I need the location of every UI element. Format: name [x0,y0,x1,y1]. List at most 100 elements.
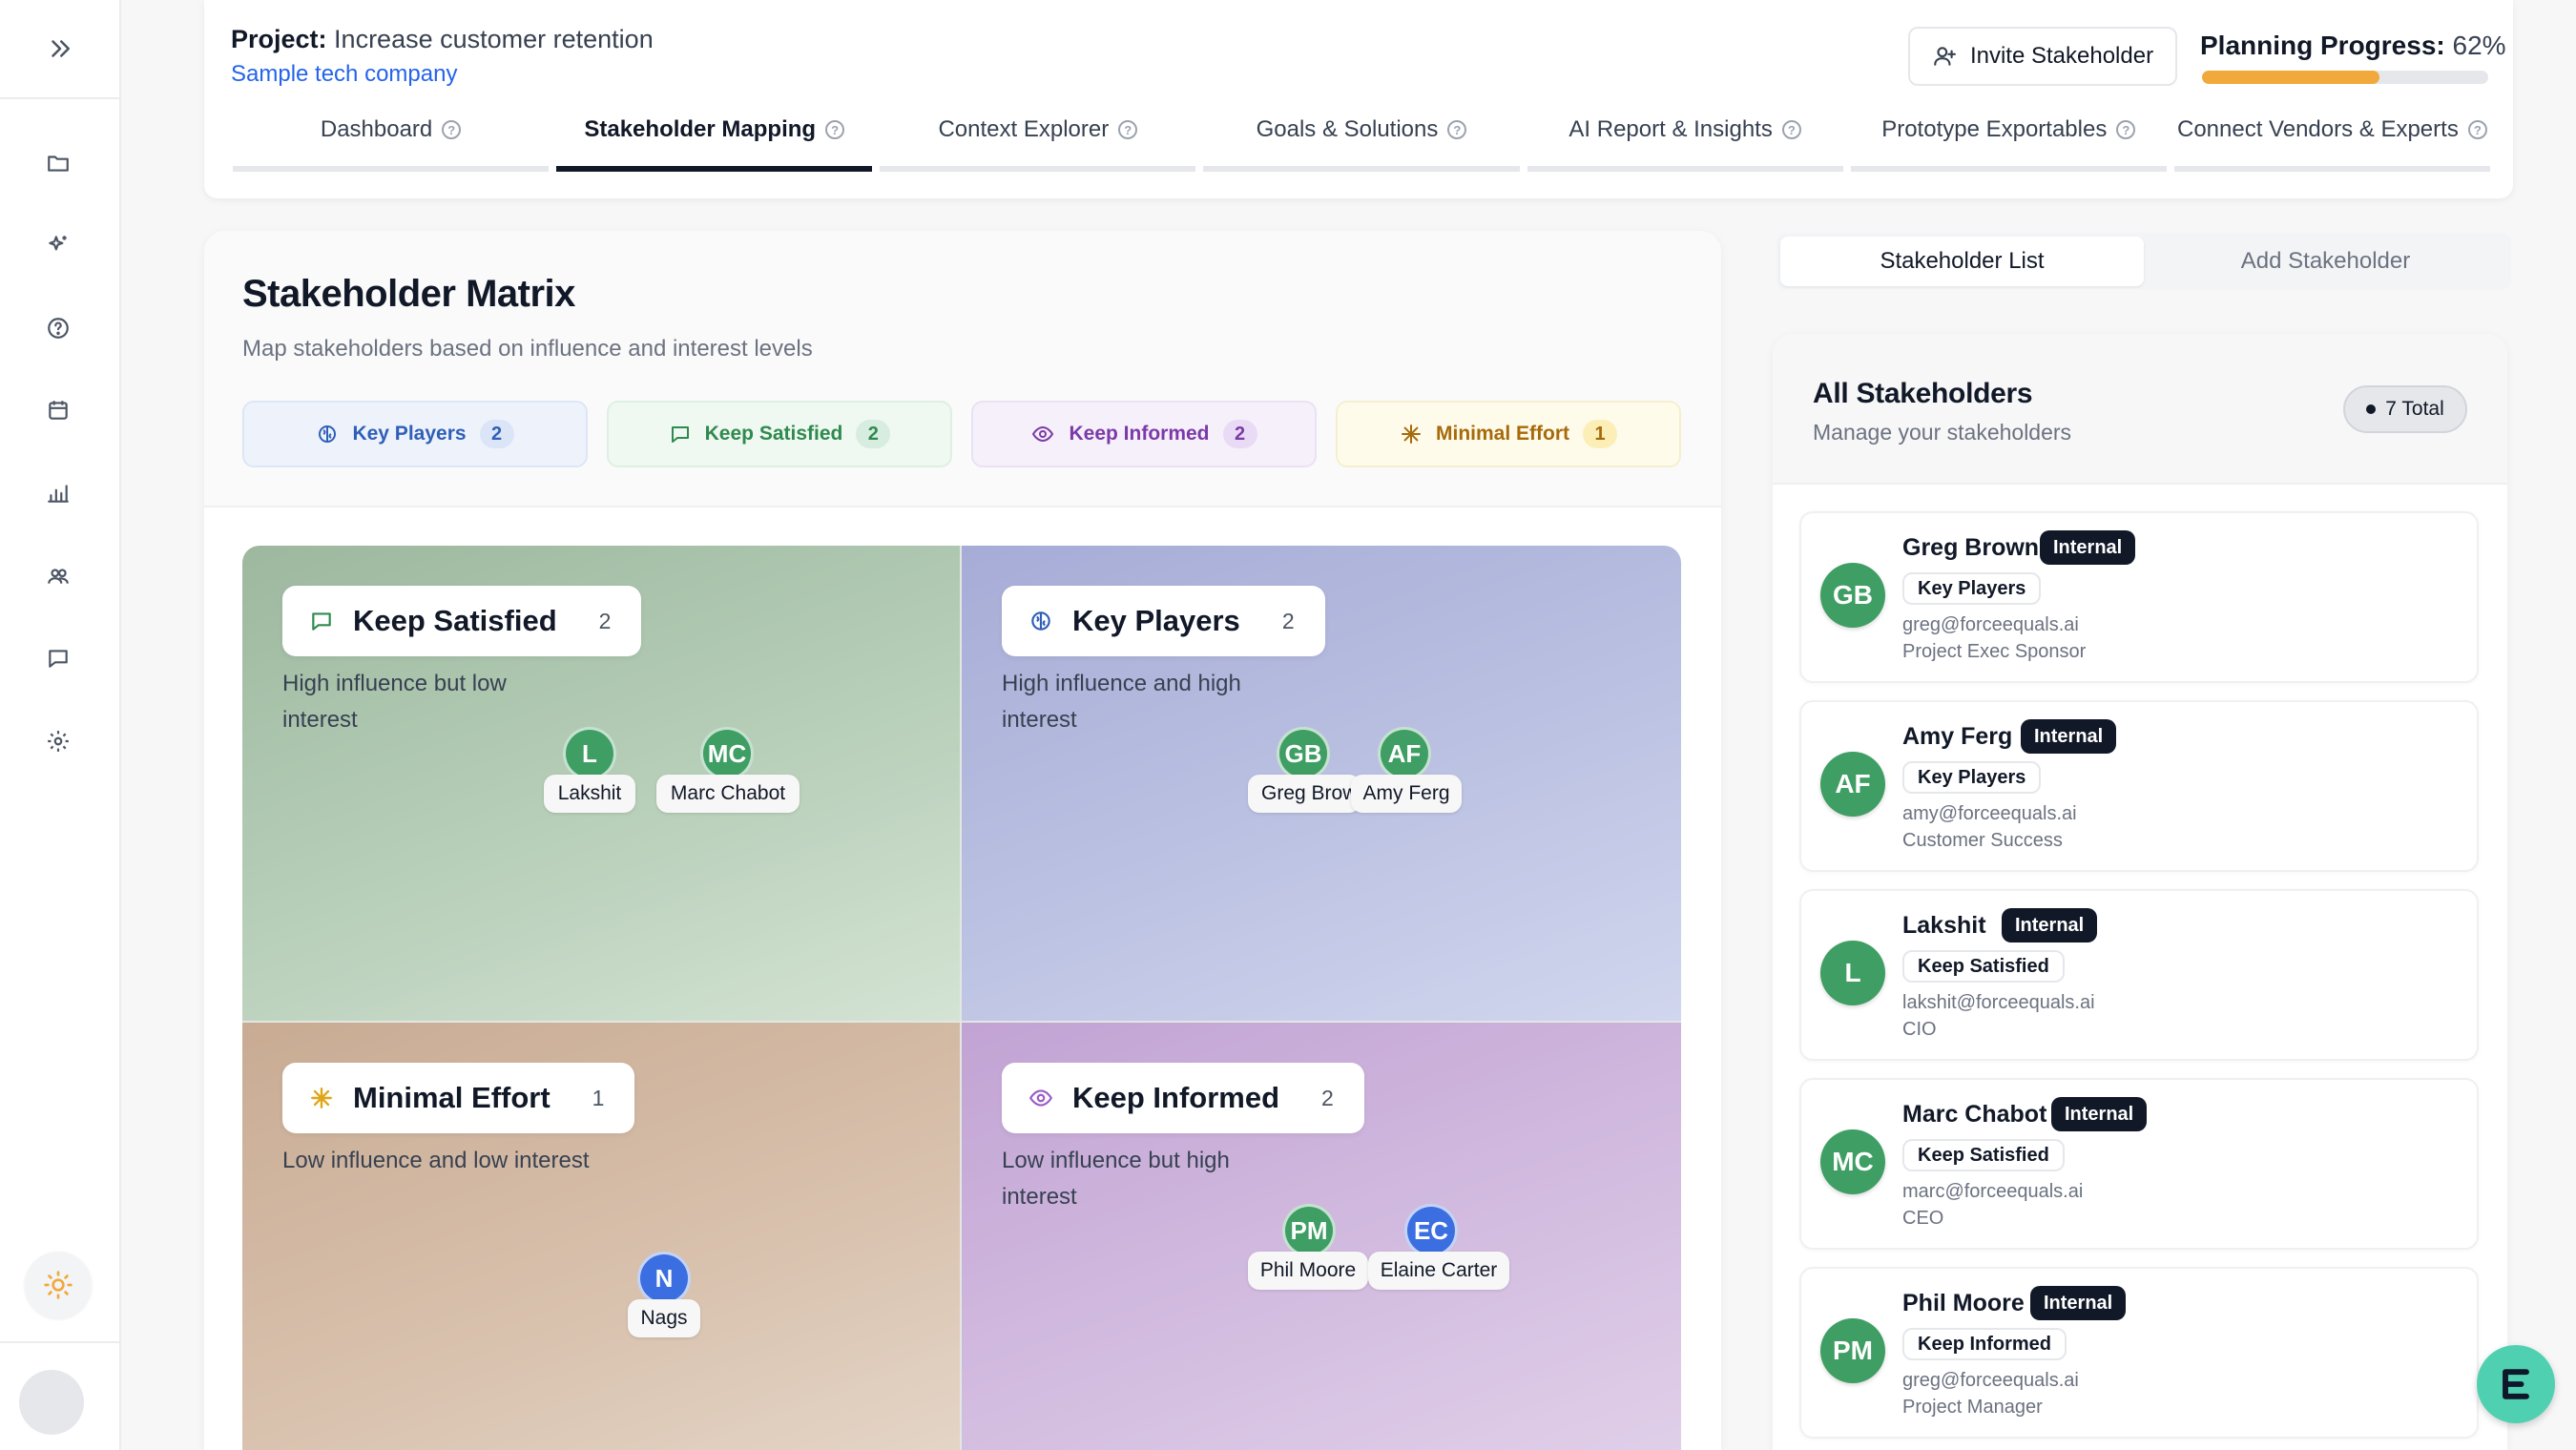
pill-minimal-effort[interactable]: Minimal Effort 1 [1336,401,1681,467]
pill-count: 2 [479,420,514,448]
tab-label: Context Explorer [938,116,1110,142]
stakeholder-card[interactable]: GB Greg Brown Internal Key Players greg@… [1799,511,2479,683]
brain-icon [316,423,339,445]
pill-key-players[interactable]: Key Players 2 [242,401,588,467]
calendar-icon[interactable] [42,394,74,426]
invite-stakeholder-label: Invite Stakeholder [1969,43,2154,69]
stakeholder-dot[interactable]: EC [1404,1204,1458,1257]
tab-label: AI Report & Insights [1568,116,1773,142]
user-avatar[interactable] [19,1370,84,1435]
stakeholder-dot-label: Elaine Carter [1368,1252,1509,1290]
quadrant-header: Minimal Effort 1 [282,1063,635,1133]
quadrant-header: Keep Informed 2 [1002,1063,1364,1133]
chat-icon[interactable] [42,642,74,674]
stakeholder-dot[interactable]: PM [1282,1204,1336,1257]
help-icon[interactable]: ? [1781,120,1801,139]
planning-progress: Planning Progress: 62% [2200,31,2506,61]
stakeholder-card[interactable]: MC Marc Chabot Internal Keep Satisfied m… [1799,1078,2479,1250]
asterisk-icon [1400,423,1423,445]
chat-assistant-button[interactable] [2477,1345,2555,1423]
stakeholder-list-card: All Stakeholders Manage your stakeholder… [1773,334,2507,1450]
stakeholder-card[interactable]: L Lakshit Internal Keep Satisfied lakshi… [1799,889,2479,1061]
bar-chart-icon[interactable] [42,477,74,509]
category-badge: Keep Informed [1902,1328,2067,1360]
project-title: Project: Increase customer retention [231,25,654,54]
company-link[interactable]: Sample tech company [231,61,457,88]
stakeholder-dot[interactable]: GB [1277,727,1330,780]
avatar: PM [1820,1318,1885,1383]
logo-icon [2495,1363,2537,1405]
stakeholder-grid: Keep Satisfied 2 High influence but low … [242,546,1681,1450]
help-icon[interactable]: ? [2467,120,2487,139]
stakeholder-panel-tabs: Stakeholder List Add Stakeholder [1776,233,2511,290]
tab-add-stakeholder[interactable]: Add Stakeholder [2144,237,2507,286]
stakeholder-dot[interactable]: N [637,1252,691,1305]
quadrant-title: Minimal Effort [353,1081,551,1114]
internal-badge: Internal [2051,1097,2148,1131]
help-icon[interactable]: ? [442,120,462,139]
quadrant-minimal-effort[interactable]: Minimal Effort 1 Low influence and low i… [242,1023,962,1450]
theme-toggle-button[interactable] [25,1252,92,1318]
stakeholder-email: greg@forceequals.ai [1902,614,2079,635]
sidebar-divider [0,1341,121,1343]
stakeholder-role: Project Exec Sponsor [1902,641,2087,662]
stakeholder-dot[interactable]: L [563,727,616,780]
stakeholder-list-header: All Stakeholders Manage your stakeholder… [1773,334,2507,485]
quadrant-title: Key Players [1072,604,1240,637]
internal-badge: Internal [2040,530,2136,565]
tab-label: Connect Vendors & Experts [2176,116,2459,142]
settings-icon[interactable] [42,725,74,757]
asterisk-icon [309,1086,334,1110]
pill-count: 2 [856,420,891,448]
category-badge: Key Players [1902,572,2042,605]
help-icon[interactable]: ? [1447,120,1467,139]
category-badge: Keep Satisfied [1902,1139,2065,1171]
stakeholder-dot[interactable]: AF [1378,727,1431,780]
quadrant-header: Key Players 2 [1002,586,1325,656]
matrix-subtitle: Map stakeholders based on influence and … [242,336,813,362]
stakeholder-card[interactable]: PM Phil Moore Internal Keep Informed gre… [1799,1267,2479,1439]
stakeholder-email: greg@forceequals.ai [1902,1370,2079,1391]
sparkle-icon[interactable] [42,229,74,261]
invite-stakeholder-button[interactable]: Invite Stakeholder [1908,27,2177,86]
tab-dashboard[interactable]: Dashboard? [233,113,550,172]
stakeholder-dot-label: Marc Chabot [656,775,800,813]
stakeholder-dot-label: Amy Ferg [1351,775,1462,813]
pill-keep-satisfied[interactable]: Keep Satisfied 2 [607,401,952,467]
folder-icon[interactable] [42,147,74,179]
stakeholder-role: CEO [1902,1208,1944,1229]
project-name: Increase customer retention [334,25,654,53]
tab-goals-solutions[interactable]: Goals & Solutions? [1203,113,1520,172]
pill-label: Keep Satisfied [704,423,843,445]
tab-label: Dashboard [320,116,433,142]
tab-ai-report-insights[interactable]: AI Report & Insights? [1527,113,1843,172]
pill-label: Minimal Effort [1436,423,1569,445]
pill-keep-informed[interactable]: Keep Informed 2 [971,401,1317,467]
stakeholder-role: Customer Success [1902,830,2063,851]
help-icon[interactable]: ? [1118,120,1138,139]
internal-badge: Internal [2030,1286,2127,1320]
quadrant-keep-informed[interactable]: Keep Informed 2 Low influence but high i… [962,1023,1681,1450]
quadrant-keep-satisfied[interactable]: Keep Satisfied 2 High influence but low … [242,546,962,1023]
expand-sidebar-icon[interactable] [46,34,74,63]
tab-context-explorer[interactable]: Context Explorer? [880,113,1196,172]
help-icon[interactable] [42,312,74,344]
stakeholder-dot[interactable]: MC [700,727,754,780]
pill-label: Key Players [352,423,467,445]
help-icon[interactable]: ? [825,120,845,139]
tab-stakeholder-list[interactable]: Stakeholder List [1780,237,2144,286]
quadrant-key-players[interactable]: Key Players 2 High influence and high in… [962,546,1681,1023]
tab-stakeholder-mapping[interactable]: Stakeholder Mapping? [556,113,873,172]
project-header: Project: Increase customer retention Sam… [204,0,2513,198]
stakeholder-card[interactable]: AF Amy Ferg Internal Key Players amy@for… [1799,700,2479,872]
tab-prototype-exportables[interactable]: Prototype Exportables? [1850,113,2167,172]
tab-label: Goals & Solutions [1256,116,1439,142]
users-icon[interactable] [42,560,74,592]
eye-icon [1030,423,1055,445]
quadrant-count: 2 [1321,1085,1334,1110]
matrix-header: Stakeholder Matrix Map stakeholders base… [204,231,1721,508]
tab-connect-vendors-experts[interactable]: Connect Vendors & Experts? [2173,113,2490,172]
help-icon[interactable]: ? [2116,120,2136,139]
stakeholder-email: lakshit@forceequals.ai [1902,992,2095,1013]
matrix-title: Stakeholder Matrix [242,273,575,315]
